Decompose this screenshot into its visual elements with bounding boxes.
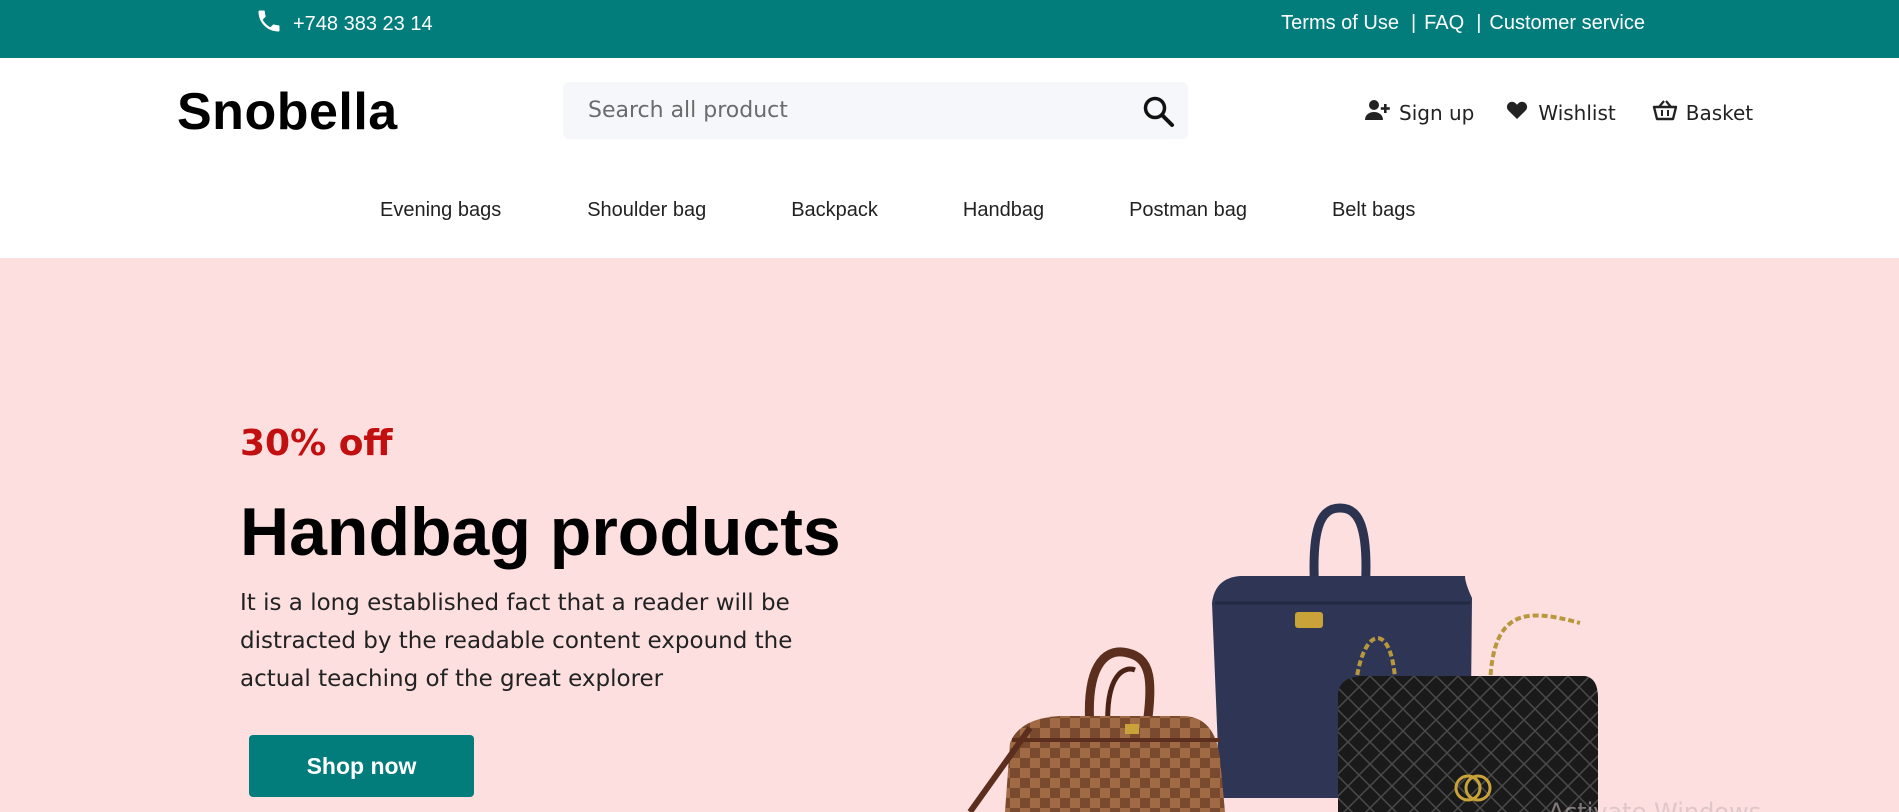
wishlist-label: Wishlist: [1538, 100, 1616, 125]
nav-item-shoulder-bag[interactable]: Shoulder bag: [587, 199, 706, 222]
hero-title: Handbag products: [240, 494, 841, 570]
signup-label: Sign up: [1399, 100, 1475, 125]
wishlist-button[interactable]: Wishlist: [1504, 98, 1616, 127]
top-bar: +748 383 23 14 Terms of Use | FAQ | Cust…: [0, 0, 1899, 58]
nav-item-evening-bags[interactable]: Evening bags: [380, 199, 501, 222]
header-actions: Sign up Wishlist Basket: [1365, 98, 1753, 127]
search-bar: [563, 82, 1188, 139]
search-input[interactable]: [563, 82, 1123, 139]
hero-description: It is a long established fact that a rea…: [240, 590, 793, 692]
basket-icon: [1652, 98, 1678, 127]
category-nav: Evening bags Shoulder bag Backpack Handb…: [380, 199, 1415, 222]
hero-banner: 30% off Handbag products It is a long es…: [0, 258, 1899, 812]
basket-label: Basket: [1685, 100, 1754, 125]
phone-icon: [255, 7, 283, 41]
shop-now-button[interactable]: Shop now: [249, 735, 474, 797]
faq-link[interactable]: FAQ: [1424, 12, 1464, 35]
nav-item-backpack[interactable]: Backpack: [791, 199, 878, 222]
top-links: Terms of Use | FAQ | Customer service: [1281, 12, 1645, 35]
user-plus-icon: [1365, 98, 1391, 127]
link-separator: |: [1476, 12, 1482, 34]
terms-link[interactable]: Terms of Use: [1281, 12, 1399, 35]
phone-number: +748 383 23 14: [293, 12, 433, 35]
signup-button[interactable]: Sign up: [1365, 98, 1474, 127]
search-icon[interactable]: [1142, 95, 1176, 129]
discount-label: 30% off: [240, 423, 393, 464]
handbags-image: [930, 478, 1610, 812]
customer-service-link[interactable]: Customer service: [1489, 12, 1645, 35]
header: Snobella Sign up Wishlist Basket Evenin: [0, 58, 1899, 258]
activate-windows-watermark: Activate Windows: [1548, 798, 1762, 812]
heart-icon: [1504, 98, 1530, 127]
nav-item-belt-bags[interactable]: Belt bags: [1332, 199, 1415, 222]
logo[interactable]: Snobella: [177, 82, 398, 142]
basket-button[interactable]: Basket: [1652, 98, 1753, 127]
nav-item-postman-bag[interactable]: Postman bag: [1129, 199, 1247, 222]
nav-item-handbag[interactable]: Handbag: [963, 199, 1044, 222]
link-separator: |: [1410, 12, 1417, 34]
phone-contact[interactable]: +748 383 23 14: [255, 10, 433, 38]
